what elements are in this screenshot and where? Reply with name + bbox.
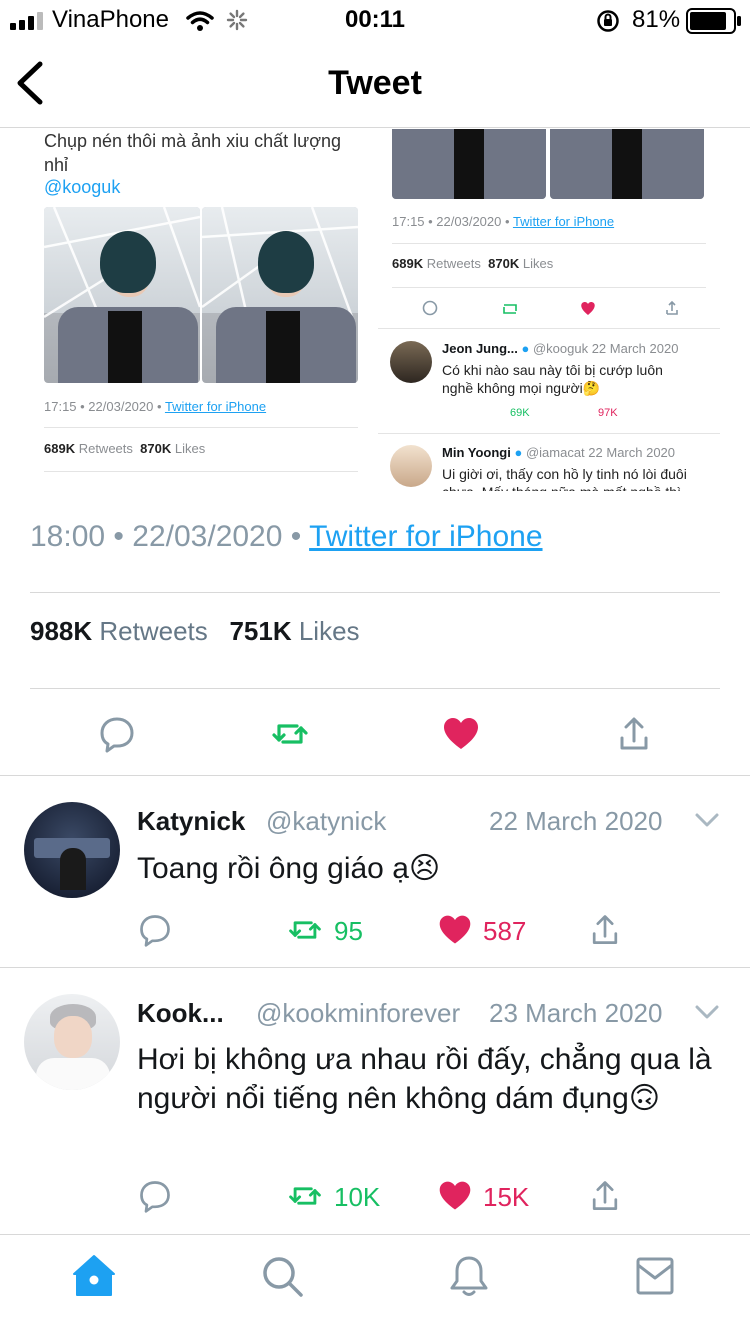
embedded-stats: 689K Retweets 870K Likes	[44, 441, 206, 456]
reply-tweet[interactable]: Katynick @katynick 22 March 2020 Toang r…	[0, 776, 750, 968]
reply-author-name[interactable]: Katynick	[137, 806, 245, 837]
mail-icon[interactable]	[634, 1253, 680, 1299]
embedded-right-panel: 17:15 • 22/03/2020 • Twitter for iPhone …	[378, 129, 720, 491]
tweet-source-link[interactable]: Twitter for iPhone	[309, 520, 542, 553]
embedded-stats-right: 689K Retweets 870K Likes	[392, 256, 554, 271]
embedded-timestamp: 17:15 • 22/03/2020 • Twitter for iPhone	[44, 399, 267, 414]
reply-action-bar: 95 587	[137, 912, 737, 952]
likes-count[interactable]: 751K Likes	[229, 616, 359, 646]
reply-date: 22 March 2020	[489, 806, 663, 836]
reply-author-name[interactable]: Kook...	[137, 998, 224, 1029]
retweets-count[interactable]: 988K Retweets	[30, 616, 208, 646]
like-icon[interactable]	[441, 714, 481, 754]
embedded-mention: @kooguk	[44, 177, 121, 197]
embedded-timestamp-right: 17:15 • 22/03/2020 • Twitter for iPhone	[392, 214, 615, 229]
reply-tweet[interactable]: Kook... @kookminforever 23 March 2020 Hơ…	[0, 968, 750, 1234]
share-icon[interactable]	[587, 912, 623, 948]
tweet-action-bar	[0, 690, 750, 776]
reply-icon[interactable]	[137, 1178, 173, 1214]
like-icon[interactable]	[437, 1178, 473, 1214]
tweet-timestamp: 18:00 • 22/03/2020 • Twitter for iPhone	[30, 520, 543, 553]
avatar[interactable]	[24, 994, 120, 1090]
tweet-stats: 988K Retweets 751K Likes	[30, 616, 360, 647]
divider	[30, 592, 720, 593]
reply-author-handle: @kookminforever	[256, 998, 461, 1028]
bottom-tab-bar	[0, 1234, 750, 1334]
divider	[30, 688, 720, 689]
share-icon[interactable]	[587, 1178, 623, 1214]
embedded-caption: Chụp nén thôi mà ảnh xiu chất lượng nhỉ	[44, 131, 342, 175]
page-title: Tweet	[328, 64, 422, 102]
search-icon[interactable]	[259, 1253, 305, 1299]
reply-author-handle: @katynick	[266, 806, 387, 836]
reply-action-bar: 10K 15K	[137, 1178, 737, 1218]
home-icon[interactable]	[71, 1253, 117, 1299]
reply-text: Hơi bị không ưa nhau rồi đấy, chẳng qua …	[137, 1043, 712, 1115]
status-bar: VinaPhone 00:11 81%	[0, 0, 750, 40]
embedded-photo-1	[44, 207, 200, 383]
embedded-action-icons	[422, 300, 678, 316]
like-count: 587	[483, 916, 527, 946]
retweet-icon[interactable]	[270, 714, 310, 754]
tweet-media-image[interactable]: Chụp nén thôi mà ảnh xiu chất lượng nhỉ …	[0, 129, 750, 491]
embedded-photo-2	[202, 207, 358, 383]
retweet-icon[interactable]	[287, 912, 323, 948]
like-count: 15K	[483, 1182, 530, 1212]
like-icon[interactable]	[437, 912, 473, 948]
rotation-lock-icon	[597, 10, 619, 32]
avatar[interactable]	[24, 802, 120, 898]
share-icon[interactable]	[614, 714, 654, 754]
battery-percent: 81%	[632, 6, 681, 33]
reply-text: Toang rồi ông giáo ạ😣	[137, 852, 441, 885]
reply-icon[interactable]	[97, 714, 137, 754]
nav-header: Tweet	[0, 40, 750, 128]
retweet-count: 10K	[334, 1182, 381, 1212]
reply-icon[interactable]	[137, 912, 173, 948]
embedded-left-panel: Chụp nén thôi mà ảnh xiu chất lượng nhỉ …	[30, 129, 370, 491]
chevron-down-icon[interactable]	[694, 810, 720, 830]
chevron-down-icon[interactable]	[694, 1002, 720, 1022]
retweet-icon[interactable]	[287, 1178, 323, 1214]
reply-date: 23 March 2020	[489, 998, 663, 1028]
bell-icon[interactable]	[446, 1253, 492, 1299]
battery-icon	[686, 8, 741, 34]
retweet-count: 95	[334, 916, 363, 946]
